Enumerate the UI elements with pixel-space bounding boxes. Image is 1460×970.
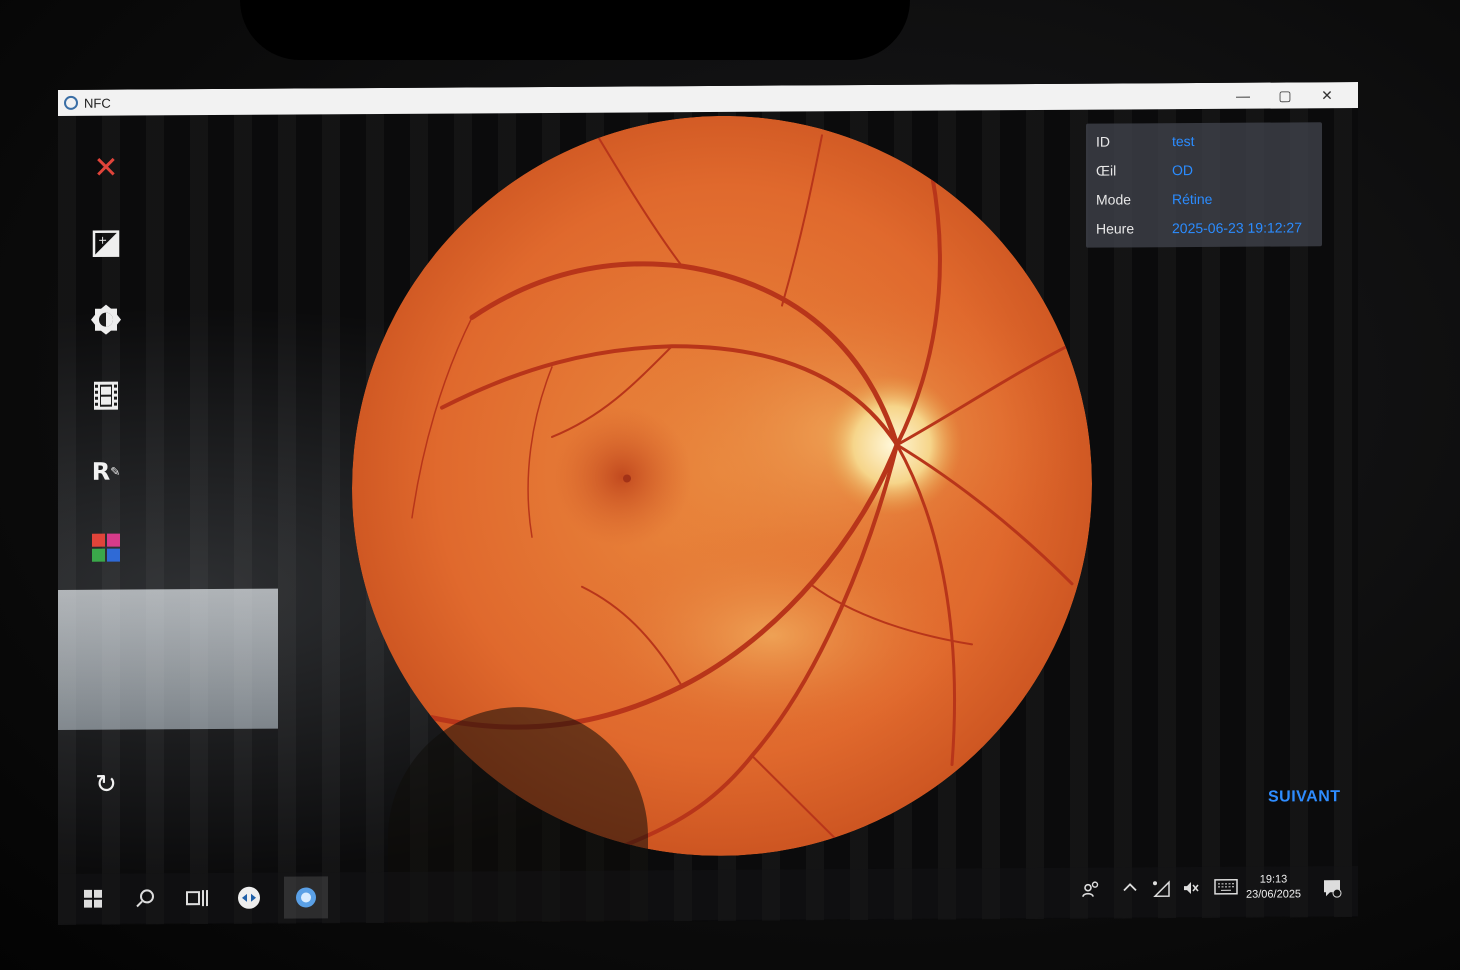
brightness-icon[interactable] xyxy=(88,302,124,338)
people-icon[interactable] xyxy=(1082,880,1100,902)
info-label-id: ID xyxy=(1096,133,1110,150)
info-panel: ID test Œil OD Mode Rétine Heure 2025-06… xyxy=(1086,122,1322,248)
info-row-id: ID test xyxy=(1096,131,1195,152)
nfc-app-icon[interactable] xyxy=(284,876,328,919)
next-button[interactable]: SUIVANT xyxy=(1268,788,1341,806)
task-view-icon[interactable] xyxy=(184,885,210,911)
minimize-button[interactable]: — xyxy=(1222,83,1264,109)
info-label-mode: Mode xyxy=(1096,191,1132,208)
volume-muted-icon[interactable] xyxy=(1182,879,1200,901)
clock-date: 23/06/2025 xyxy=(1246,888,1302,901)
wifi-icon[interactable] xyxy=(1152,879,1170,901)
clock-time: 19:13 xyxy=(1259,873,1288,886)
rx-icon[interactable]: R ✎ xyxy=(88,454,124,490)
close-window-button[interactable]: ✕ xyxy=(1306,82,1348,108)
windows-start-icon[interactable] xyxy=(80,886,106,912)
info-label-time: Heure xyxy=(1096,220,1135,237)
info-row-mode: Mode Rétine xyxy=(1096,189,1212,210)
exposure-icon[interactable]: + xyxy=(88,226,124,262)
refresh-icon[interactable]: ↻ xyxy=(88,766,124,802)
notification-icon[interactable] xyxy=(1322,878,1342,902)
search-icon[interactable] xyxy=(132,885,158,911)
remote-app-icon[interactable] xyxy=(236,885,262,911)
system-clock[interactable]: 19:13 23/06/2025 xyxy=(1246,872,1301,902)
window-title: NFC xyxy=(84,95,111,111)
rx-mark: ✎ xyxy=(110,464,121,479)
info-label-eye: Œil xyxy=(1096,162,1117,179)
taskbar: 19:13 23/06/2025 xyxy=(58,866,1358,924)
info-value-eye: OD xyxy=(1172,162,1193,179)
info-value-mode: Rétine xyxy=(1172,190,1213,208)
screen: NFC — ▢ ✕ ✕ + R ✎ ↻ ID test Œil OD Mode … xyxy=(58,82,1358,925)
film-icon[interactable] xyxy=(88,378,124,414)
left-toolbar: ✕ + R ✎ ↻ xyxy=(76,129,136,889)
device-notch xyxy=(240,0,910,60)
maximize-button[interactable]: ▢ xyxy=(1264,82,1306,108)
rx-glyph: R xyxy=(91,457,111,486)
color-channels-icon[interactable] xyxy=(88,530,124,566)
info-row-eye: Œil OD xyxy=(1096,160,1193,181)
info-value-id: test xyxy=(1172,133,1195,150)
info-row-time: Heure 2025-06-23 19:12:27 xyxy=(1096,217,1302,238)
chevron-up-icon[interactable] xyxy=(1122,879,1138,899)
info-value-time: 2025-06-23 19:12:27 xyxy=(1172,219,1302,237)
close-icon[interactable]: ✕ xyxy=(88,150,124,186)
app-icon xyxy=(64,95,78,110)
svg-text:+: + xyxy=(98,234,107,247)
keyboard-icon[interactable] xyxy=(1214,879,1238,899)
window-controls: — ▢ ✕ xyxy=(1222,82,1348,109)
